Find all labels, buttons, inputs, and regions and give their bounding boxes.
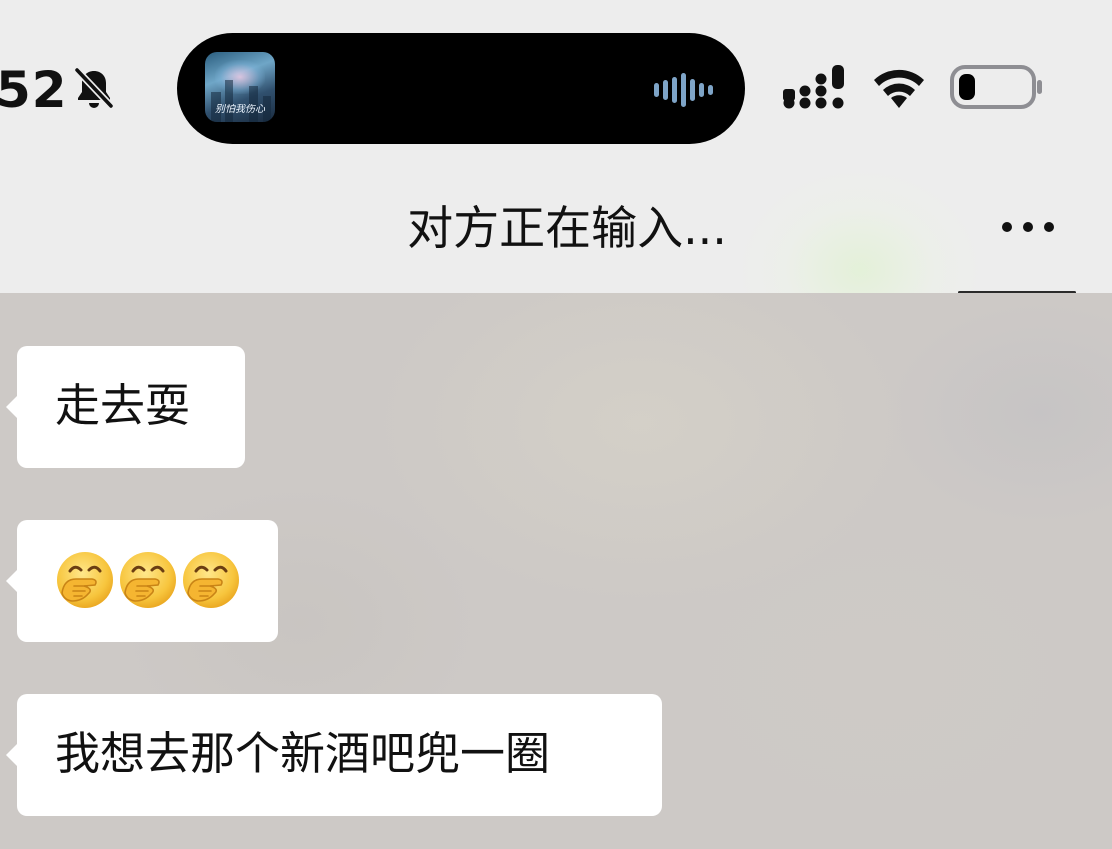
status-bar: 52 别怕我伤心 xyxy=(0,0,1112,160)
face-with-hand-over-mouth-emoji xyxy=(120,552,176,608)
chat-message-list[interactable]: 走去耍 我想去那个新酒吧兜一圈 xyxy=(0,293,1112,849)
album-art-title: 别怕我伤心 xyxy=(215,104,265,115)
message-text: 走去耍 xyxy=(55,379,191,432)
more-options-button[interactable] xyxy=(996,206,1060,250)
bell-slash-icon xyxy=(73,66,115,110)
status-time: 52 xyxy=(0,61,68,119)
face-with-hand-over-mouth-emoji xyxy=(183,552,239,608)
battery-low-icon xyxy=(950,65,1042,109)
cellular-signal-icon xyxy=(783,65,844,109)
more-icon xyxy=(1002,222,1012,232)
message-bubble-received[interactable]: 我想去那个新酒吧兜一圈 xyxy=(6,694,662,816)
wifi-icon xyxy=(874,69,924,108)
typing-status-title: 对方正在输入... xyxy=(407,201,727,255)
message-text: 我想去那个新酒吧兜一圈 xyxy=(55,727,551,780)
audio-waveform-icon xyxy=(654,73,713,107)
message-bubble-received-emoji[interactable] xyxy=(6,520,278,642)
now-playing-album-art[interactable]: 别怕我伤心 xyxy=(205,52,275,122)
chat-header: 对方正在输入... xyxy=(0,160,1112,293)
message-bubble-received[interactable]: 走去耍 xyxy=(6,346,245,468)
face-with-hand-over-mouth-emoji xyxy=(57,552,113,608)
dynamic-island[interactable]: 别怕我伤心 xyxy=(177,33,745,144)
